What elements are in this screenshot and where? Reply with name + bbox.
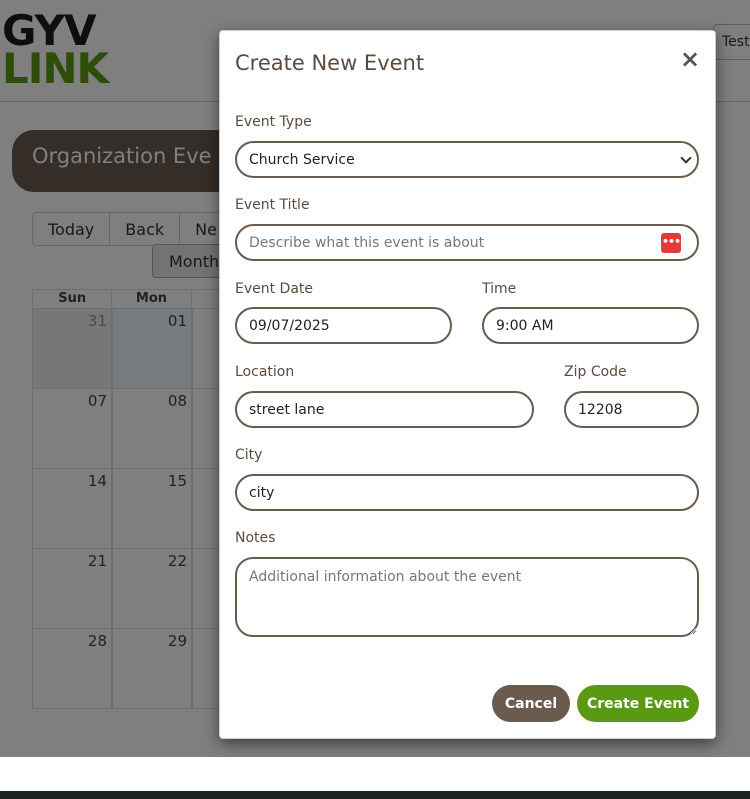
event-type-select[interactable]: Church Service (235, 141, 699, 178)
create-event-modal: Create New Event × Event Type Church Ser… (219, 30, 716, 739)
city-input[interactable] (235, 474, 699, 511)
event-title-label: Event Title (235, 197, 310, 213)
event-date-input[interactable] (235, 307, 452, 344)
time-input[interactable] (482, 307, 699, 344)
modal-title: Create New Event (235, 51, 425, 75)
event-type-label: Event Type (235, 114, 312, 130)
close-icon[interactable]: × (680, 45, 700, 73)
event-title-input[interactable] (235, 224, 699, 261)
notes-label: Notes (235, 530, 276, 546)
cancel-button[interactable]: Cancel (492, 685, 570, 722)
create-event-button[interactable]: Create Event (577, 685, 699, 722)
zip-code-input[interactable] (564, 391, 699, 428)
location-input[interactable] (235, 391, 534, 428)
location-label: Location (235, 364, 295, 380)
page-footer (0, 791, 750, 799)
time-label: Time (482, 281, 517, 297)
notes-textarea[interactable] (235, 557, 699, 637)
event-date-label: Event Date (235, 281, 314, 297)
city-label: City (235, 447, 263, 463)
zip-code-label: Zip Code (564, 364, 627, 380)
password-manager-icon[interactable]: ••• (661, 233, 681, 253)
